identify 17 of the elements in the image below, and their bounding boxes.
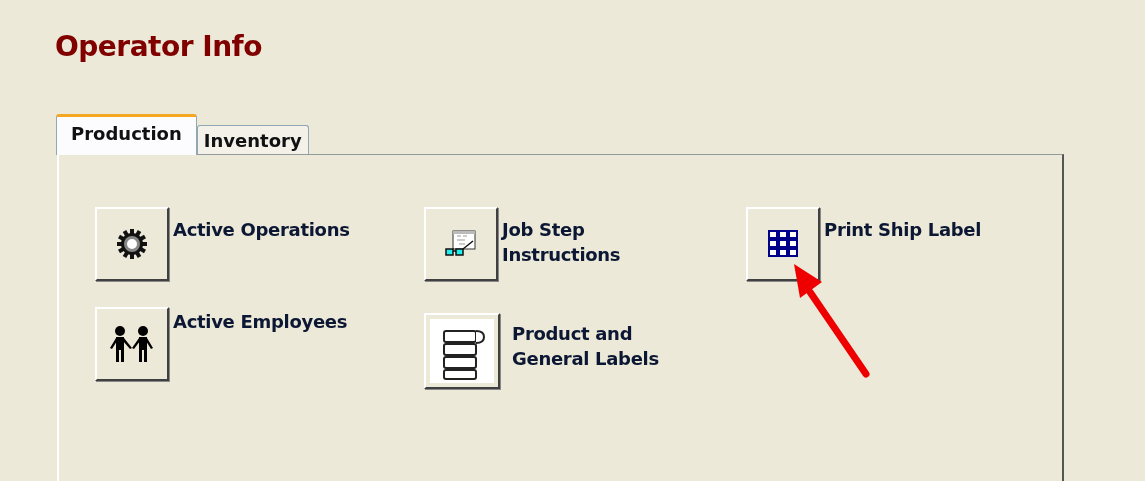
labels-button[interactable] bbox=[424, 313, 500, 389]
tab[interactable]: Production bbox=[56, 114, 197, 155]
button-label: Product and General Labels bbox=[512, 322, 660, 371]
label-roll-icon bbox=[430, 319, 494, 383]
grid-icon bbox=[768, 230, 798, 258]
button-label: Active Operations bbox=[173, 218, 351, 242]
tab[interactable]: Inventory bbox=[196, 125, 309, 155]
button-label: Job Step Instructions bbox=[502, 218, 622, 267]
gear-button[interactable] bbox=[95, 207, 169, 281]
grid-button[interactable] bbox=[746, 207, 820, 281]
button-label: Print Ship Label bbox=[824, 218, 983, 242]
people-button[interactable] bbox=[95, 307, 169, 381]
button-label: Active Employees bbox=[173, 310, 349, 334]
gear-icon bbox=[117, 229, 147, 259]
instructions-button[interactable] bbox=[424, 207, 498, 281]
page-title: Operator Info bbox=[55, 30, 262, 63]
whiteboard-glasses-icon bbox=[445, 229, 477, 259]
